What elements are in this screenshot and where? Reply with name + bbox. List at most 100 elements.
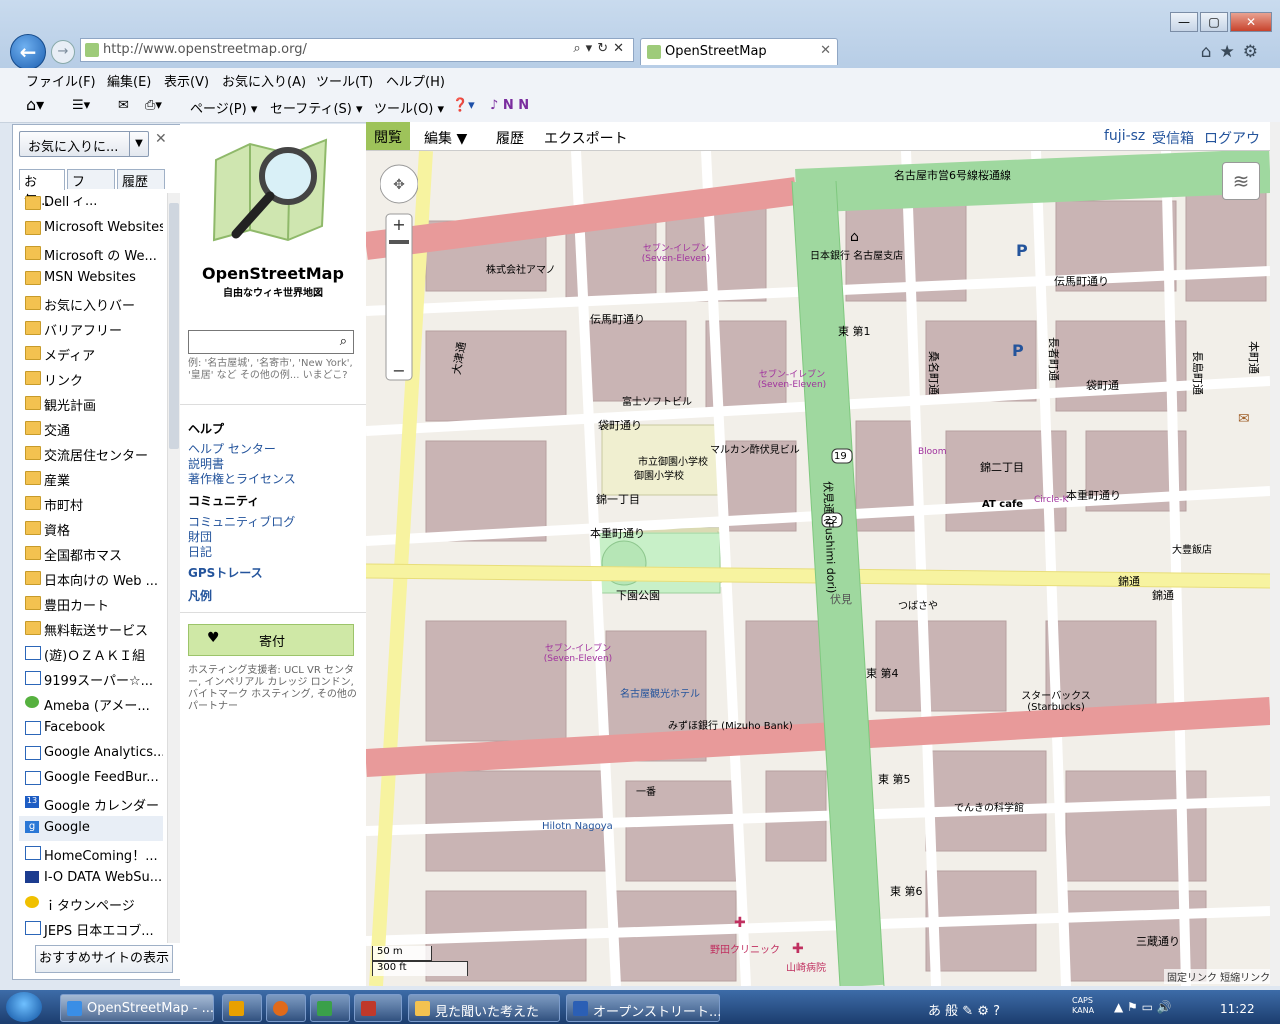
- search-icon[interactable]: ⌕: [340, 334, 347, 349]
- home-icon[interactable]: ⌂▾: [26, 95, 44, 114]
- safety-menu[interactable]: セーフティ(S) ▾: [270, 98, 363, 117]
- page-menu[interactable]: ページ(P) ▾: [190, 98, 257, 117]
- osm-search-input[interactable]: ⌕: [188, 330, 354, 354]
- favorite-item[interactable]: お気に入りバー: [19, 291, 163, 316]
- favorite-item[interactable]: 交流居住センター: [19, 441, 163, 466]
- tab-feeds[interactable]: フィ...: [67, 169, 115, 209]
- taskbar-app[interactable]: [310, 994, 350, 1022]
- link-gps-traces[interactable]: GPSトレース: [188, 564, 263, 581]
- favorite-item[interactable]: Microsoft Websites: [19, 216, 163, 241]
- address-bar[interactable]: http://www.openstreetmap.org/ ⌕▾↻✕: [80, 38, 634, 62]
- menu-tools[interactable]: ツール(T): [316, 71, 373, 90]
- start-button[interactable]: [6, 992, 42, 1022]
- help-icon[interactable]: ❓▾: [452, 98, 475, 113]
- favorite-item[interactable]: Google FeedBur...: [19, 766, 163, 791]
- back-button[interactable]: ←: [10, 34, 46, 70]
- address-tools[interactable]: ⌕▾↻✕: [573, 41, 629, 56]
- taskbar-firefox[interactable]: [266, 994, 306, 1022]
- favorite-item[interactable]: Ameba (アメー...: [19, 691, 163, 716]
- menu-view[interactable]: 表示(V): [164, 71, 209, 90]
- favorite-item[interactable]: g Google: [19, 816, 163, 841]
- link-legend[interactable]: 凡例: [188, 587, 212, 604]
- label-fujisoft: 富士ソフトビル: [622, 397, 692, 408]
- taskbar-item-label: オープンストリート...: [593, 1005, 722, 1020]
- favorite-item[interactable]: Microsoft の We...: [19, 241, 163, 266]
- favorites-scrollbar[interactable]: [167, 193, 180, 943]
- map-canvas[interactable]: 名古屋市営6号線桜通線 伏見通 (Fushimi dori) 19 22 伝馬町…: [366, 151, 1270, 986]
- link-diary[interactable]: 日記: [188, 543, 212, 560]
- link-copyright[interactable]: 著作権とライセンス: [188, 470, 296, 487]
- label-higashi-4: 東 第4: [866, 667, 899, 680]
- forward-button[interactable]: →: [51, 40, 75, 64]
- taskbar-item-word[interactable]: オープンストリート...: [566, 994, 722, 1022]
- favorite-item[interactable]: 無料転送サービス: [19, 616, 163, 641]
- favorite-item[interactable]: リンク: [19, 366, 163, 391]
- favorite-item[interactable]: MSN Websites: [19, 266, 163, 291]
- favorite-item[interactable]: 豊田カート: [19, 591, 163, 616]
- page-icon: [25, 921, 41, 935]
- menu-help[interactable]: ヘルプ(H): [386, 71, 445, 90]
- add-to-favorites-button[interactable]: お気に入りに... ▼: [19, 131, 149, 157]
- favorite-item[interactable]: 日本向けの Web ...: [19, 566, 163, 591]
- favorite-item[interactable]: 市町村: [19, 491, 163, 516]
- tools-menu[interactable]: ツール(O) ▾: [374, 98, 444, 117]
- tab-history-map[interactable]: 履歴: [496, 128, 524, 148]
- menu-file[interactable]: ファイル(F): [26, 71, 96, 90]
- tab-history[interactable]: 履歴: [117, 169, 165, 190]
- layers-icon[interactable]: ≋: [1222, 162, 1260, 200]
- feeds-icon[interactable]: ☰▾: [72, 98, 90, 113]
- tab-close-icon[interactable]: ✕: [820, 43, 831, 58]
- favorite-item[interactable]: 資格: [19, 516, 163, 541]
- label-marukan: マルカン酢伏見ビル: [710, 445, 800, 456]
- favorite-item[interactable]: バリアフリー: [19, 316, 163, 341]
- page-scrollbar[interactable]: [1270, 122, 1280, 986]
- favorite-item[interactable]: 13 Google カレンダー: [19, 791, 163, 816]
- menu-edit[interactable]: 編集(E): [107, 71, 151, 90]
- suggested-sites-button[interactable]: おすすめサイトの表示: [35, 945, 173, 973]
- onenote-icon[interactable]: ♪ N N: [490, 98, 529, 113]
- favorite-item[interactable]: 交通: [19, 416, 163, 441]
- favorite-item[interactable]: メディア: [19, 341, 163, 366]
- favorite-item[interactable]: Dell: [19, 191, 163, 216]
- label-denmacho-1: 伝馬町通り: [590, 313, 645, 326]
- tray-icons[interactable]: ▲ ⚑ ▭ 🔊: [1114, 1000, 1172, 1014]
- menu-favorites[interactable]: お気に入り(A): [222, 71, 306, 90]
- tab-browse[interactable]: 閲覧: [366, 122, 410, 150]
- user-link[interactable]: fuji-sz: [1104, 128, 1145, 144]
- print-icon[interactable]: ⎙▾: [145, 98, 162, 113]
- permalink-links[interactable]: 固定リンク 短縮リンク: [1164, 969, 1274, 984]
- close-icon[interactable]: ✕: [155, 131, 167, 147]
- maximize-button[interactable]: ▢: [1200, 12, 1228, 32]
- tab-favorites[interactable]: お気...: [19, 169, 65, 209]
- donate-button[interactable]: ♥ 寄付: [188, 624, 354, 656]
- favorite-item[interactable]: HomeComing！...: [19, 841, 163, 866]
- taskbar-item-folder[interactable]: 見た聞いた考えた: [408, 994, 560, 1022]
- taskbar-app2[interactable]: [354, 994, 402, 1022]
- favorite-item[interactable]: (遊)ＯＺＡＫＩ組: [19, 641, 163, 666]
- tab-edit[interactable]: 編集 ▼: [424, 128, 467, 148]
- folder-icon: [25, 396, 41, 410]
- favorite-item[interactable]: 9199スーパー☆...: [19, 666, 163, 691]
- taskbar-outlook[interactable]: [222, 994, 262, 1022]
- minimize-button[interactable]: —: [1170, 12, 1198, 32]
- osm-logo[interactable]: [210, 130, 334, 254]
- toolbar-right-icons[interactable]: ⌂★⚙: [1201, 42, 1266, 62]
- favorite-item[interactable]: 全国都市マス: [19, 541, 163, 566]
- inbox-link[interactable]: 受信箱: [1152, 128, 1194, 148]
- favorite-item[interactable]: Facebook: [19, 716, 163, 741]
- taskbar-item-ie[interactable]: OpenStreetMap - ...: [60, 994, 214, 1022]
- favorite-item-label: 市町村: [44, 499, 84, 514]
- close-window-button[interactable]: ✕: [1230, 12, 1272, 32]
- ime-icon[interactable]: あ 般 ✎ ⚙ ?: [928, 1000, 1000, 1019]
- browser-tab[interactable]: OpenStreetMap ✕: [640, 38, 838, 65]
- mail-icon[interactable]: ✉: [118, 98, 129, 113]
- favorite-item[interactable]: Google Analytics...: [19, 741, 163, 766]
- favorite-item[interactable]: I-O DATA WebSu...: [19, 866, 163, 891]
- favorite-item[interactable]: ｉタウンページ: [19, 891, 163, 916]
- favorite-item[interactable]: 観光計画: [19, 391, 163, 416]
- chevron-down-icon[interactable]: ▼: [129, 132, 148, 156]
- tab-export[interactable]: エクスポート: [544, 128, 628, 148]
- favorite-item[interactable]: 産業: [19, 466, 163, 491]
- favorite-item[interactable]: JEPS 日本エコブ...: [19, 916, 163, 941]
- label-hilton: Hilotn Nagoya: [542, 821, 613, 832]
